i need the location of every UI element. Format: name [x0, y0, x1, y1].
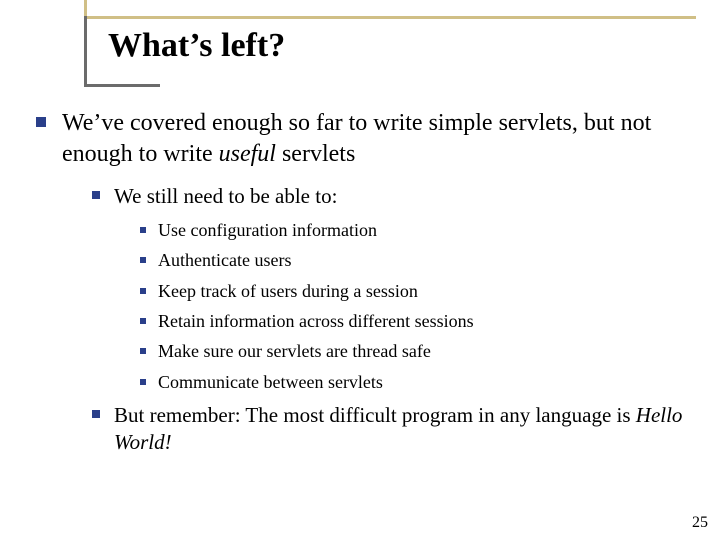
bullet-level3: Use configuration information: [140, 219, 686, 242]
bullet-level1: We’ve covered enough so far to write sim…: [36, 108, 686, 169]
bullet-level3: Authenticate users: [140, 249, 686, 272]
slide-content: We’ve covered enough so far to write sim…: [36, 108, 686, 465]
square-bullet-icon: [140, 379, 146, 385]
level3-container: Use configuration information Authentica…: [140, 219, 686, 394]
page-number: 25: [692, 514, 708, 532]
slide-title: What’s left?: [108, 26, 285, 65]
title-decoration-left: [84, 16, 87, 84]
square-bullet-icon: [140, 318, 146, 324]
level3-text: Retain information across different sess…: [158, 310, 474, 333]
title-area: What’s left?: [108, 22, 285, 65]
level2-container: We still need to be able to: Use configu…: [92, 183, 686, 456]
title-decoration-bottom: [84, 84, 160, 87]
bullet-level3: Retain information across different sess…: [140, 310, 686, 333]
title-decoration-top: [84, 16, 696, 19]
level2-text: But remember: The most difficult program…: [114, 402, 686, 457]
level3-text: Keep track of users during a session: [158, 280, 418, 303]
level2-text: We still need to be able to:: [114, 183, 337, 210]
level3-text: Use configuration information: [158, 219, 377, 242]
square-bullet-icon: [92, 410, 100, 418]
square-bullet-icon: [140, 257, 146, 263]
square-bullet-icon: [92, 191, 100, 199]
square-bullet-icon: [140, 348, 146, 354]
bullet-level2: But remember: The most difficult program…: [92, 402, 686, 457]
slide: What’s left? We’ve covered enough so far…: [0, 0, 720, 540]
point1-part-c: servlets: [276, 141, 355, 167]
level3-text: Make sure our servlets are thread safe: [158, 340, 431, 363]
level3-text: Authenticate users: [158, 249, 291, 272]
bullet-level3: Communicate between servlets: [140, 371, 686, 394]
level1-text: We’ve covered enough so far to write sim…: [62, 108, 686, 169]
point1-part-b: useful: [219, 141, 276, 167]
bullet-level3: Keep track of users during a session: [140, 280, 686, 303]
point1-part-a: We’ve covered enough so far to write sim…: [62, 110, 651, 167]
bullet-level2: We still need to be able to:: [92, 183, 686, 210]
title-decoration-vertical: [84, 0, 87, 16]
bullet-level3: Make sure our servlets are thread safe: [140, 340, 686, 363]
square-bullet-icon: [36, 117, 46, 127]
square-bullet-icon: [140, 227, 146, 233]
level3-text: Communicate between servlets: [158, 371, 383, 394]
square-bullet-icon: [140, 288, 146, 294]
sub2-part-a: But remember: The most difficult program…: [114, 403, 636, 427]
